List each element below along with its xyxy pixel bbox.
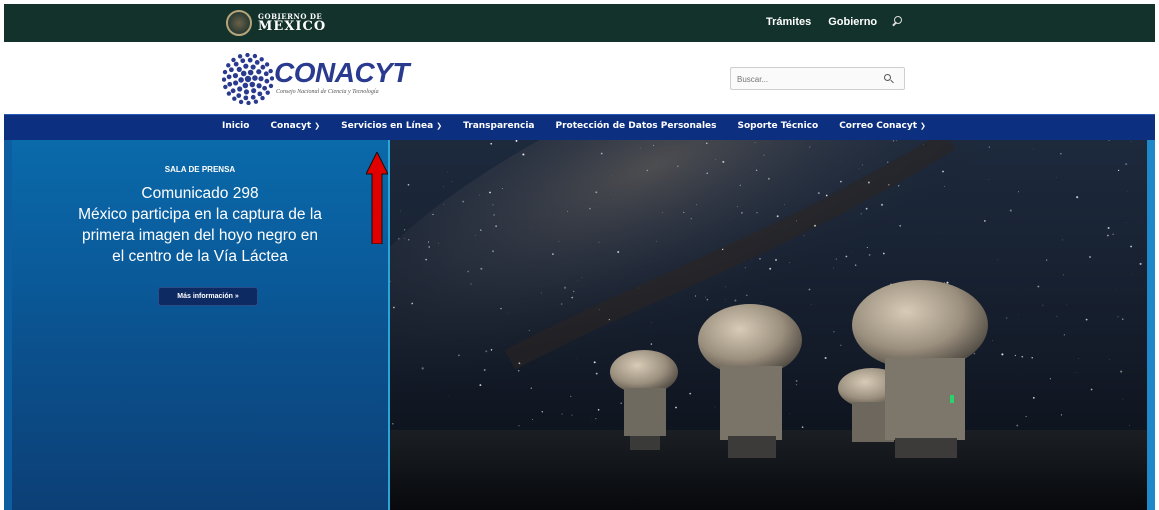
nav-item-conacyt[interactable]: Conacyt ❯ <box>270 121 320 131</box>
hero-image-telescopes[interactable] <box>390 140 1147 510</box>
search-icon[interactable] <box>884 74 894 84</box>
gov-top-bar: GOBIERNO DE MÉXICO Trámites Gobierno <box>4 4 1155 42</box>
chevron-down-icon: ❯ <box>920 122 926 130</box>
nav-item-correo-conacyt[interactable]: Correo Conacyt ❯ <box>839 121 926 131</box>
brand-name[interactable]: CONACYT <box>274 57 409 89</box>
site-header: CONACYT Consejo Nacional de Ciencia y Te… <box>4 42 1155 114</box>
search-icon[interactable] <box>890 16 903 28</box>
nav-item-label: Protección de Datos Personales <box>555 121 717 131</box>
search-box <box>730 67 905 90</box>
conacyt-logo-icon[interactable] <box>222 53 274 105</box>
hero-text-panel: SALA DE PRENSA Comunicado 298 México par… <box>12 140 388 510</box>
nav-item-label: Correo Conacyt <box>839 121 918 131</box>
gov-link-gobierno[interactable]: Gobierno <box>828 16 877 28</box>
hero-banner: SALA DE PRENSA Comunicado 298 México par… <box>4 140 1155 510</box>
hero-headline-line: México participa en la captura de la <box>78 206 322 223</box>
main-nav: Inicio Conacyt ❯ Servicios en Línea ❯ Tran… <box>4 114 1155 140</box>
nav-item-label: Soporte Técnico <box>737 121 819 131</box>
page: GOBIERNO DE MÉXICO Trámites Gobierno CON… <box>4 4 1155 510</box>
gov-link-tramites[interactable]: Trámites <box>766 16 811 28</box>
nav-item-inicio[interactable]: Inicio <box>222 121 249 131</box>
gov-logo-text: GOBIERNO DE MÉXICO <box>258 13 326 33</box>
chevron-down-icon: ❯ <box>436 122 443 130</box>
nav-item-proteccion-datos[interactable]: Protección de Datos Personales <box>556 121 717 131</box>
nav-item-servicios-en-linea[interactable]: Servicios en Línea ❯ <box>341 121 442 131</box>
chevron-down-icon: ❯ <box>314 122 321 130</box>
brand-subtitle: Consejo Nacional de Ciencia y Tecnología <box>276 89 379 95</box>
hero-headline-line: primera imagen del hoyo negro en <box>81 227 319 244</box>
hero-headline-line: el centro de la Vía Láctea <box>112 248 288 265</box>
gov-logo-line2: MÉXICO <box>258 19 327 34</box>
nav-item-label: Transparencia <box>463 121 535 131</box>
hero-headline[interactable]: Comunicado 298 México participa en la ca… <box>20 183 380 267</box>
hero-kicker: SALA DE PRENSA <box>164 165 236 174</box>
arrow-up-icon <box>366 152 388 244</box>
nav-item-transparencia[interactable]: Transparencia <box>463 121 534 131</box>
nav-item-label: Servicios en Línea <box>341 121 434 131</box>
nav-item-label: Conacyt <box>270 121 312 131</box>
search-input[interactable] <box>737 72 877 86</box>
gov-logo[interactable]: GOBIERNO DE MÉXICO <box>226 10 326 36</box>
nav-item-label: Inicio <box>222 121 250 131</box>
gov-links: Trámites Gobierno <box>766 16 903 28</box>
hero-headline-title: Comunicado 298 <box>141 185 259 202</box>
more-info-button[interactable]: Más información » <box>158 287 258 306</box>
nav-item-soporte-tecnico[interactable]: Soporte Técnico <box>738 121 819 131</box>
hero-right-strip <box>1147 140 1155 510</box>
gov-seal-icon <box>226 10 252 36</box>
